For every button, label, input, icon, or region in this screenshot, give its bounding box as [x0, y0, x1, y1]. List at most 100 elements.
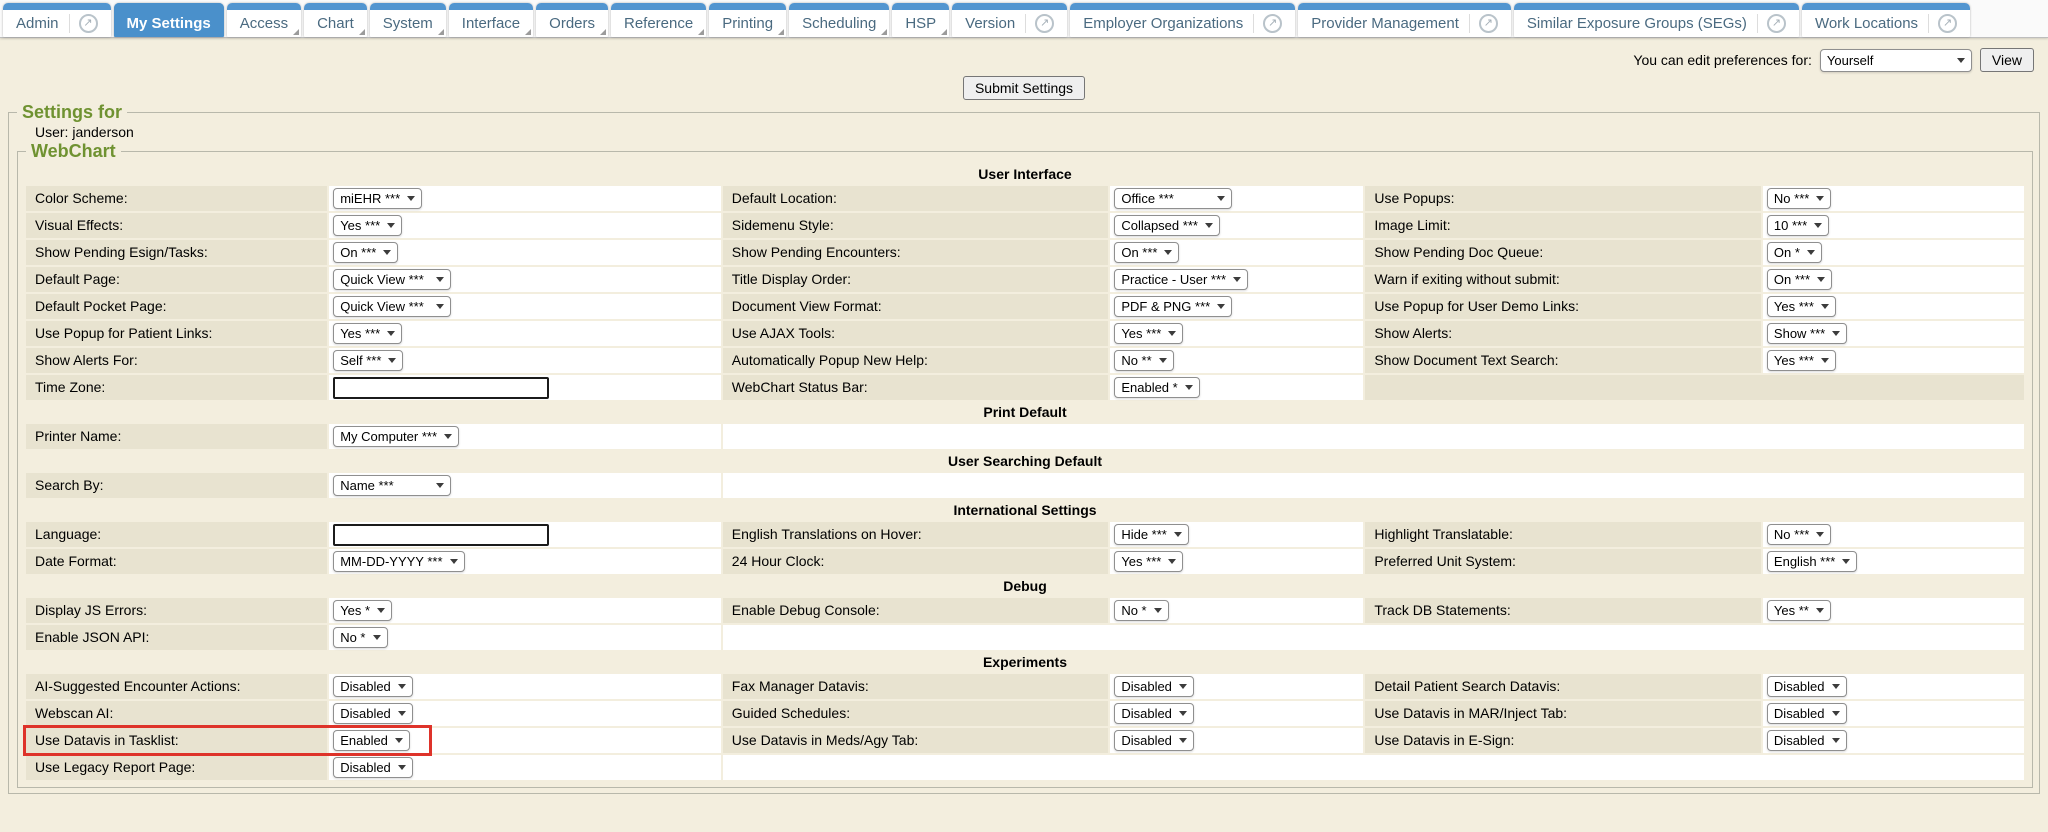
nav-tab-printing[interactable]: Printing — [709, 3, 786, 37]
select-fax-manager-datavis[interactable]: Disabled — [1114, 676, 1194, 697]
select-value: Disabled — [1121, 733, 1172, 748]
input-time-zone[interactable] — [333, 377, 549, 399]
select-webscan-ai[interactable]: Disabled — [333, 703, 413, 724]
empty-cell — [723, 473, 2024, 498]
select-visual-effects[interactable]: Yes *** — [333, 215, 402, 236]
chevron-down-icon — [1179, 684, 1187, 689]
select-use-popup-for-patient-links[interactable]: Yes *** — [333, 323, 402, 344]
nav-tab-hsp[interactable]: HSP — [892, 3, 949, 37]
select-use-popup-for-user-demo-links[interactable]: Yes *** — [1767, 296, 1836, 317]
settings-table-body: User InterfaceColor Scheme:miEHR ***Defa… — [26, 164, 2024, 780]
select-date-format[interactable]: MM-DD-YYYY *** — [333, 551, 464, 572]
select-value: Yes *** — [1774, 299, 1814, 314]
select-image-limit[interactable]: 10 *** — [1767, 215, 1829, 236]
select-show-pending-esign-tasks[interactable]: On *** — [333, 242, 398, 263]
select-preferred-unit-system[interactable]: English *** — [1767, 551, 1857, 572]
nav-tab-orders[interactable]: Orders — [536, 3, 608, 37]
select-24-hour-clock[interactable]: Yes *** — [1114, 551, 1183, 572]
nav-tab-employer-organizations[interactable]: Employer Organizations↗ — [1070, 3, 1295, 37]
chevron-down-icon — [387, 331, 395, 336]
label-show-pending-encounters: Show Pending Encounters: — [723, 240, 1109, 265]
select-printer-name[interactable]: My Computer *** — [333, 426, 459, 447]
nav-tab-similar-exposure-groups-segs[interactable]: Similar Exposure Groups (SEGs)↗ — [1514, 3, 1799, 37]
select-search-by[interactable]: Name *** — [333, 475, 451, 496]
input-language[interactable] — [333, 524, 549, 546]
select-enable-debug-console[interactable]: No * — [1114, 600, 1168, 621]
chevron-down-icon — [383, 250, 391, 255]
control-cell: On *** — [1110, 240, 1363, 265]
select-value: Yes *** — [1121, 554, 1161, 569]
select-value: Practice - User *** — [1121, 272, 1226, 287]
select-use-popups[interactable]: No *** — [1767, 188, 1831, 209]
select-use-legacy-report-page[interactable]: Disabled — [333, 757, 413, 778]
settings-row: Show Alerts For:Self ***Automatically Po… — [26, 348, 2024, 373]
external-link-wrap[interactable]: ↗ — [1928, 14, 1957, 33]
select-guided-schedules[interactable]: Disabled — [1114, 703, 1194, 724]
select-webchart-status-bar[interactable]: Enabled * — [1114, 377, 1199, 398]
nav-tab-reference[interactable]: Reference — [611, 3, 706, 37]
select-use-datavis-in-tasklist[interactable]: Enabled — [333, 730, 410, 751]
nav-tab-scheduling[interactable]: Scheduling — [789, 3, 889, 37]
nav-tab-interface[interactable]: Interface — [449, 3, 533, 37]
select-display-js-errors[interactable]: Yes * — [333, 600, 392, 621]
nav-tab-label: Orders — [549, 15, 595, 32]
select-ai-suggested-encounter-actions[interactable]: Disabled — [333, 676, 413, 697]
select-warn-if-exiting-without-submit[interactable]: On *** — [1767, 269, 1832, 290]
nav-tab-work-locations[interactable]: Work Locations↗ — [1802, 3, 1970, 37]
select-highlight-translatable[interactable]: No *** — [1767, 524, 1831, 545]
select-show-alerts-for[interactable]: Self *** — [333, 350, 403, 371]
select-show-document-text-search[interactable]: Yes *** — [1767, 350, 1836, 371]
select-value: Enabled * — [1121, 380, 1177, 395]
submit-settings-button[interactable]: Submit Settings — [963, 76, 1085, 100]
select-show-pending-encounters[interactable]: On *** — [1114, 242, 1179, 263]
select-title-display-order[interactable]: Practice - User *** — [1114, 269, 1248, 290]
external-link-wrap[interactable]: ↗ — [69, 14, 98, 33]
select-use-ajax-tools[interactable]: Yes *** — [1114, 323, 1183, 344]
select-sidemenu-style[interactable]: Collapsed *** — [1114, 215, 1220, 236]
control-cell: Office *** — [1110, 186, 1363, 211]
nav-tab-chart[interactable]: Chart — [304, 3, 367, 37]
select-color-scheme[interactable]: miEHR *** — [333, 188, 422, 209]
chevron-down-icon — [377, 608, 385, 613]
nav-tab-my-settings[interactable]: My Settings — [114, 3, 224, 37]
edit-prefs-label: You can edit preferences for: — [1633, 52, 1812, 68]
select-use-datavis-in-mar-inject-tab[interactable]: Disabled — [1767, 703, 1847, 724]
label-show-document-text-search: Show Document Text Search: — [1365, 348, 1761, 373]
control-cell — [329, 375, 721, 400]
external-link-wrap[interactable]: ↗ — [1757, 14, 1786, 33]
select-detail-patient-search-datavis[interactable]: Disabled — [1767, 676, 1847, 697]
nav-tab-label: My Settings — [127, 15, 211, 32]
select-use-datavis-in-e-sign[interactable]: Disabled — [1767, 730, 1847, 751]
select-enable-json-api[interactable]: No * — [333, 627, 387, 648]
external-link-icon: ↗ — [1479, 14, 1498, 33]
chevron-down-icon — [395, 738, 403, 743]
nav-tab-label: Reference — [624, 15, 693, 32]
nav-tab-version[interactable]: Version↗ — [952, 3, 1067, 37]
select-english-translations-on-hover[interactable]: Hide *** — [1114, 524, 1189, 545]
select-show-alerts[interactable]: Show *** — [1767, 323, 1847, 344]
select-show-pending-doc-queue[interactable]: On * — [1767, 242, 1822, 263]
edit-prefs-select[interactable]: Yourself — [1820, 49, 1972, 72]
control-cell — [329, 522, 721, 547]
nav-tab-label: Scheduling — [802, 15, 876, 32]
nav-tab-admin[interactable]: Admin↗ — [3, 3, 111, 37]
view-button[interactable]: View — [1980, 48, 2034, 72]
external-link-wrap[interactable]: ↗ — [1025, 14, 1054, 33]
control-cell: MM-DD-YYYY *** — [329, 549, 721, 574]
select-default-page[interactable]: Quick View *** — [333, 269, 451, 290]
external-link-wrap[interactable]: ↗ — [1253, 14, 1282, 33]
settings-row: AI-Suggested Encounter Actions:DisabledF… — [26, 674, 2024, 699]
select-use-datavis-in-meds-agy-tab[interactable]: Disabled — [1114, 730, 1194, 751]
select-default-pocket-page[interactable]: Quick View *** — [333, 296, 451, 317]
select-track-db-statements[interactable]: Yes ** — [1767, 600, 1831, 621]
select-value: No ** — [1121, 353, 1151, 368]
select-document-view-format[interactable]: PDF & PNG *** — [1114, 296, 1232, 317]
select-automatically-popup-new-help[interactable]: No ** — [1114, 350, 1173, 371]
control-cell: Disabled — [1110, 701, 1363, 726]
nav-tab-system[interactable]: System — [370, 3, 446, 37]
nav-tab-access[interactable]: Access — [227, 3, 301, 37]
external-link-wrap[interactable]: ↗ — [1469, 14, 1498, 33]
select-default-location[interactable]: Office *** — [1114, 188, 1232, 209]
label-title-display-order: Title Display Order: — [723, 267, 1109, 292]
nav-tab-provider-management[interactable]: Provider Management↗ — [1298, 3, 1511, 37]
